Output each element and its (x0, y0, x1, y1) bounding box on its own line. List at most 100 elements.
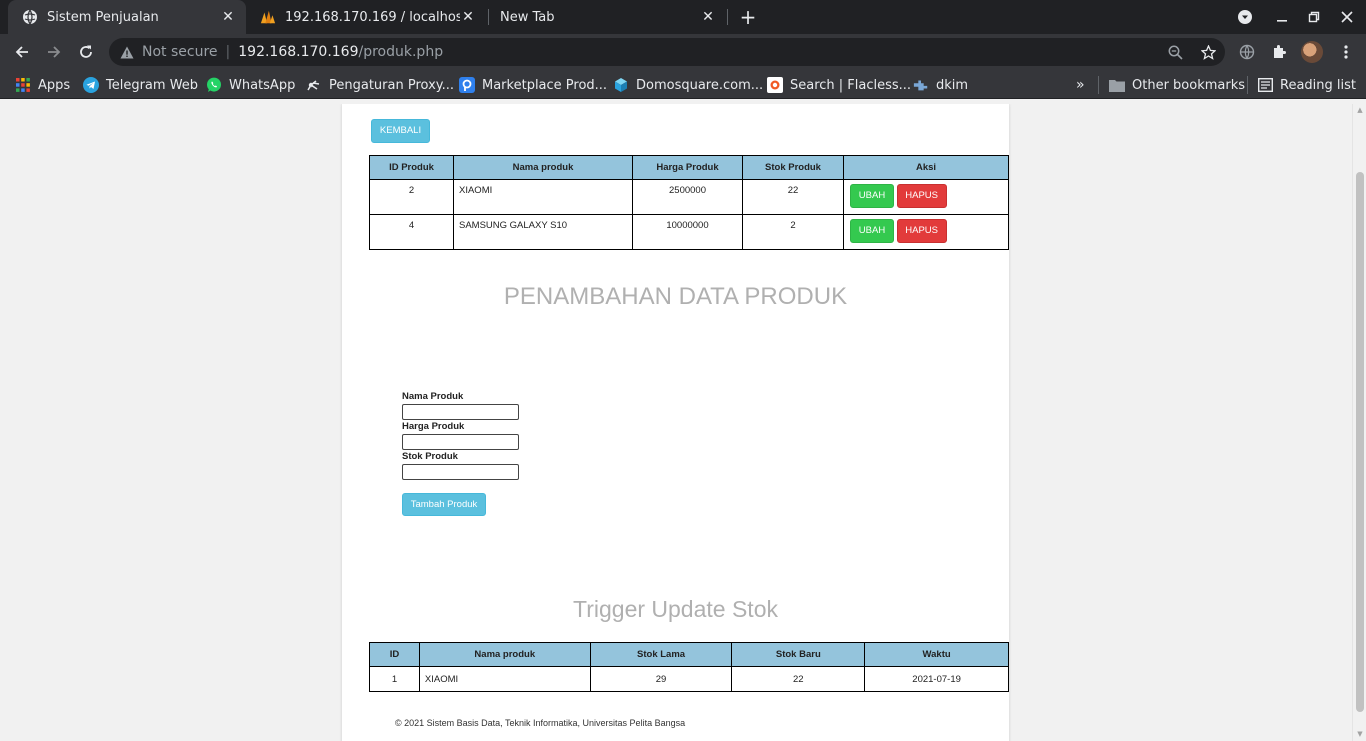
reload-icon[interactable] (73, 39, 99, 65)
tab-strip: Sistem Penjualan ✕ 192.168.170.169 / loc… (0, 0, 1366, 34)
vpn-globe-icon[interactable] (1234, 39, 1260, 65)
bookmark-apps[interactable]: Apps (15, 74, 70, 96)
trigger-table: ID Nama produk Stok Lama Stok Baru Waktu… (369, 642, 1009, 692)
extensions-puzzle-icon[interactable] (1266, 39, 1292, 65)
header-waktu: Waktu (864, 642, 1009, 667)
harga-produk-label: Harga Produk (402, 421, 465, 432)
other-bookmarks[interactable]: Other bookmarks (1109, 74, 1245, 96)
new-tab-button[interactable]: + (737, 6, 759, 28)
marketplace-icon (459, 77, 475, 93)
address-divider: | (225, 44, 231, 60)
table-row: 2 XIAOMI 2500000 22 UBAH HAPUS (369, 179, 1009, 215)
tab-new-tab[interactable]: New Tab ✕ (486, 0, 726, 34)
folder-icon (1109, 77, 1125, 93)
zoom-icon[interactable] (1167, 44, 1183, 60)
tab-search-icon[interactable] (1229, 0, 1261, 34)
nama-produk-label: Nama Produk (402, 391, 464, 402)
reading-list[interactable]: Reading list (1257, 74, 1356, 96)
more-menu-icon[interactable] (1333, 39, 1359, 65)
bookmark-telegram-web[interactable]: Telegram Web (83, 74, 198, 96)
cell-old-stock: 29 (589, 666, 733, 692)
cell-id: 4 (369, 214, 454, 250)
bookmark-label: Search | Flacless... (790, 77, 912, 93)
scrollbar-thumb[interactable] (1356, 172, 1364, 712)
hapus-button[interactable]: HAPUS (896, 184, 947, 208)
bookmark-whatsapp[interactable]: WhatsApp (206, 74, 295, 96)
apps-grid-icon (15, 77, 31, 93)
kembali-button[interactable]: KEMBALI (371, 119, 430, 143)
security-label[interactable]: Not secure (142, 44, 218, 60)
more-bookmarks-chevron-icon[interactable]: » (1076, 74, 1085, 96)
header-nama-produk: Nama produk (453, 155, 633, 180)
warning-icon[interactable] (119, 44, 135, 60)
tambah-produk-button[interactable]: Tambah Produk (402, 493, 486, 516)
url-host: 192.168.170.169 (238, 44, 359, 60)
harga-produk-input[interactable] (402, 434, 519, 450)
tab-title: Sistem Penjualan (47, 9, 159, 25)
forward-arrow-icon[interactable] (41, 39, 67, 65)
url-path: /produk.php (358, 44, 444, 60)
cube-icon (613, 77, 629, 93)
header-harga-produk: Harga Produk (632, 155, 743, 180)
restore-icon[interactable] (1298, 0, 1330, 34)
header-aksi: Aksi (843, 155, 1009, 180)
tab-phpmyadmin[interactable]: 192.168.170.169 / localhost / f ✕ (246, 0, 486, 34)
cell-new-stock: 22 (731, 666, 866, 692)
bookmark-label: Marketplace Prod... (482, 77, 608, 93)
bookmark-dkim[interactable]: dkim (913, 74, 968, 96)
close-tab-icon[interactable]: ✕ (220, 9, 236, 25)
table-row: 4 SAMSUNG GALAXY S10 10000000 2 UBAH HAP… (369, 214, 1009, 250)
search-site-icon (767, 77, 783, 93)
cell-price: 10000000 (632, 214, 743, 250)
close-tab-icon[interactable]: ✕ (460, 9, 476, 25)
tab-sistem-penjualan[interactable]: Sistem Penjualan ✕ (8, 0, 246, 34)
stok-produk-label: Stok Produk (402, 451, 458, 462)
browser-toolbar: Not secure | 192.168.170.169/produk.php (0, 34, 1366, 70)
cell-time: 2021-07-19 (864, 666, 1009, 692)
bookmark-marketplace[interactable]: Marketplace Prod... (459, 74, 607, 96)
cell-stock: 2 (742, 214, 844, 250)
ubah-button[interactable]: UBAH (850, 219, 894, 243)
cell-stock: 22 (742, 179, 844, 215)
table-header-row: ID Nama produk Stok Lama Stok Baru Waktu (369, 642, 1009, 667)
back-arrow-icon[interactable] (9, 39, 35, 65)
cell-id: 2 (369, 179, 454, 215)
vertical-scrollbar[interactable]: ▲ ▼ (1352, 104, 1366, 741)
bookmark-label: Telegram Web (106, 77, 199, 93)
bookmarks-separator (1098, 76, 1099, 94)
phpmyadmin-icon (260, 9, 276, 25)
hapus-button[interactable]: HAPUS (896, 219, 947, 243)
header-stok-lama: Stok Lama (589, 642, 733, 667)
globe-icon (22, 9, 38, 25)
bookmarks-bar: Apps Telegram Web WhatsApp Pengaturan Pr… (0, 70, 1366, 99)
telegram-icon (83, 77, 99, 93)
scroll-up-arrow-icon[interactable]: ▲ (1356, 106, 1364, 114)
stok-produk-input[interactable] (402, 464, 519, 480)
reading-list-label: Reading list (1280, 77, 1356, 93)
bookmark-pengaturan-proxy[interactable]: Pengaturan Proxy... (306, 74, 454, 96)
bookmark-domosquare[interactable]: Domosquare.com... (613, 74, 763, 96)
address-bar[interactable]: Not secure | 192.168.170.169/produk.php (109, 38, 1225, 66)
header-id: ID (369, 642, 420, 667)
bookmark-search-flacless[interactable]: Search | Flacless... (767, 74, 911, 96)
cell-price: 2500000 (632, 179, 743, 215)
bookmark-label: dkim (936, 77, 969, 93)
table-header-row: ID Produk Nama produk Harga Produk Stok … (369, 155, 1009, 180)
nama-produk-input[interactable] (402, 404, 519, 420)
header-stok-baru: Stok Baru (731, 642, 866, 667)
cell-name: SAMSUNG GALAXY S10 (453, 214, 633, 250)
product-table: ID Produk Nama produk Harga Produk Stok … (369, 155, 1009, 250)
ubah-button[interactable]: UBAH (850, 184, 894, 208)
close-window-icon[interactable] (1331, 0, 1363, 34)
scroll-down-arrow-icon[interactable]: ▼ (1356, 730, 1364, 738)
whatsapp-icon (206, 77, 222, 93)
header-stok-produk: Stok Produk (742, 155, 844, 180)
header-nama-produk: Nama produk (418, 642, 591, 667)
cell-name: XIAOMI (453, 179, 633, 215)
close-tab-icon[interactable]: ✕ (700, 9, 716, 25)
minimize-icon[interactable] (1266, 0, 1298, 34)
profile-avatar[interactable] (1301, 41, 1323, 63)
add-product-form: Nama Produk Harga Produk Stok Produk Tam… (402, 390, 519, 516)
star-bookmark-icon[interactable] (1200, 44, 1216, 60)
bookmark-label: Apps (38, 77, 71, 93)
